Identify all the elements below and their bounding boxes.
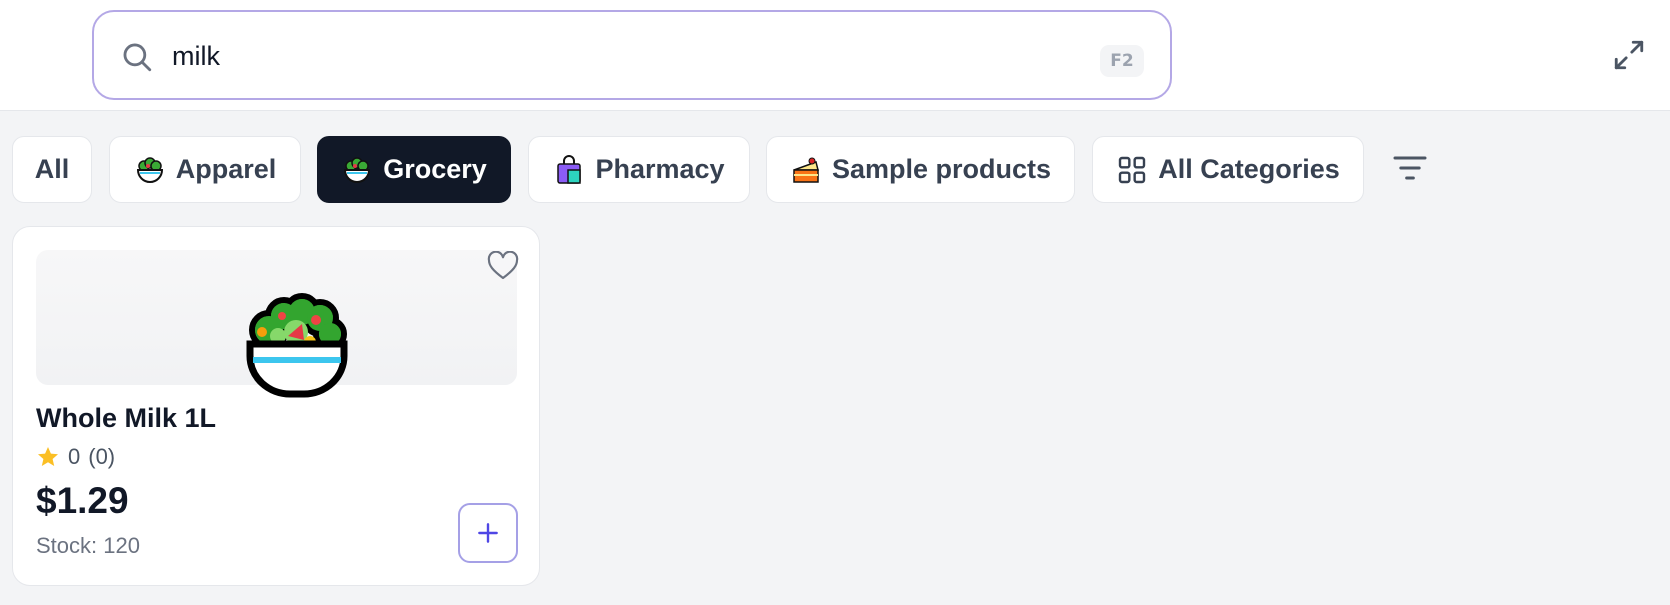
salad-icon [246,293,348,398]
search-input[interactable] [172,32,1052,80]
add-to-cart-button[interactable] [458,503,518,563]
salad-icon [136,156,163,183]
heart-icon[interactable] [487,251,519,281]
salad-icon [344,156,371,183]
rating-value: 0 [68,444,81,469]
plus-icon [478,523,498,543]
tab-grocery[interactable]: Grocery [317,136,511,203]
product-stock: Stock: 120 [36,533,140,558]
tab-label: All Categories [1158,154,1340,184]
shopping-bag-icon [557,154,582,184]
tab-all[interactable]: All [12,136,92,203]
product-image [36,250,517,398]
shortcut-badge: F2 [1100,45,1144,77]
tab-label: All [34,154,70,184]
filter-icon[interactable] [1390,148,1430,188]
tab-all-categories[interactable]: All Categories [1092,136,1364,203]
product-price: $1.29 [36,480,129,521]
tab-label: Apparel [175,154,277,184]
star-icon [38,447,58,466]
grid-icon [1119,156,1146,183]
tab-label: Grocery [383,154,487,184]
product-card[interactable]: Whole Milk 1L 0 (0) $1.29 Stock: 120 [12,226,540,586]
tab-sample-products[interactable]: Sample products [766,136,1075,203]
cake-icon [793,157,819,183]
search-icon [123,43,152,72]
search-box[interactable]: F2 [92,10,1172,100]
expand-icon[interactable] [1612,38,1646,72]
tab-pharmacy[interactable]: Pharmacy [528,136,750,203]
tab-label: Pharmacy [595,154,725,184]
product-name: Whole Milk 1L [36,403,217,433]
product-rating: 0 (0) [36,444,115,470]
tab-apparel[interactable]: Apparel [109,136,301,203]
tab-label: Sample products [831,154,1052,184]
review-count: (0) [88,444,116,469]
top-bar: F2 [0,0,1670,111]
